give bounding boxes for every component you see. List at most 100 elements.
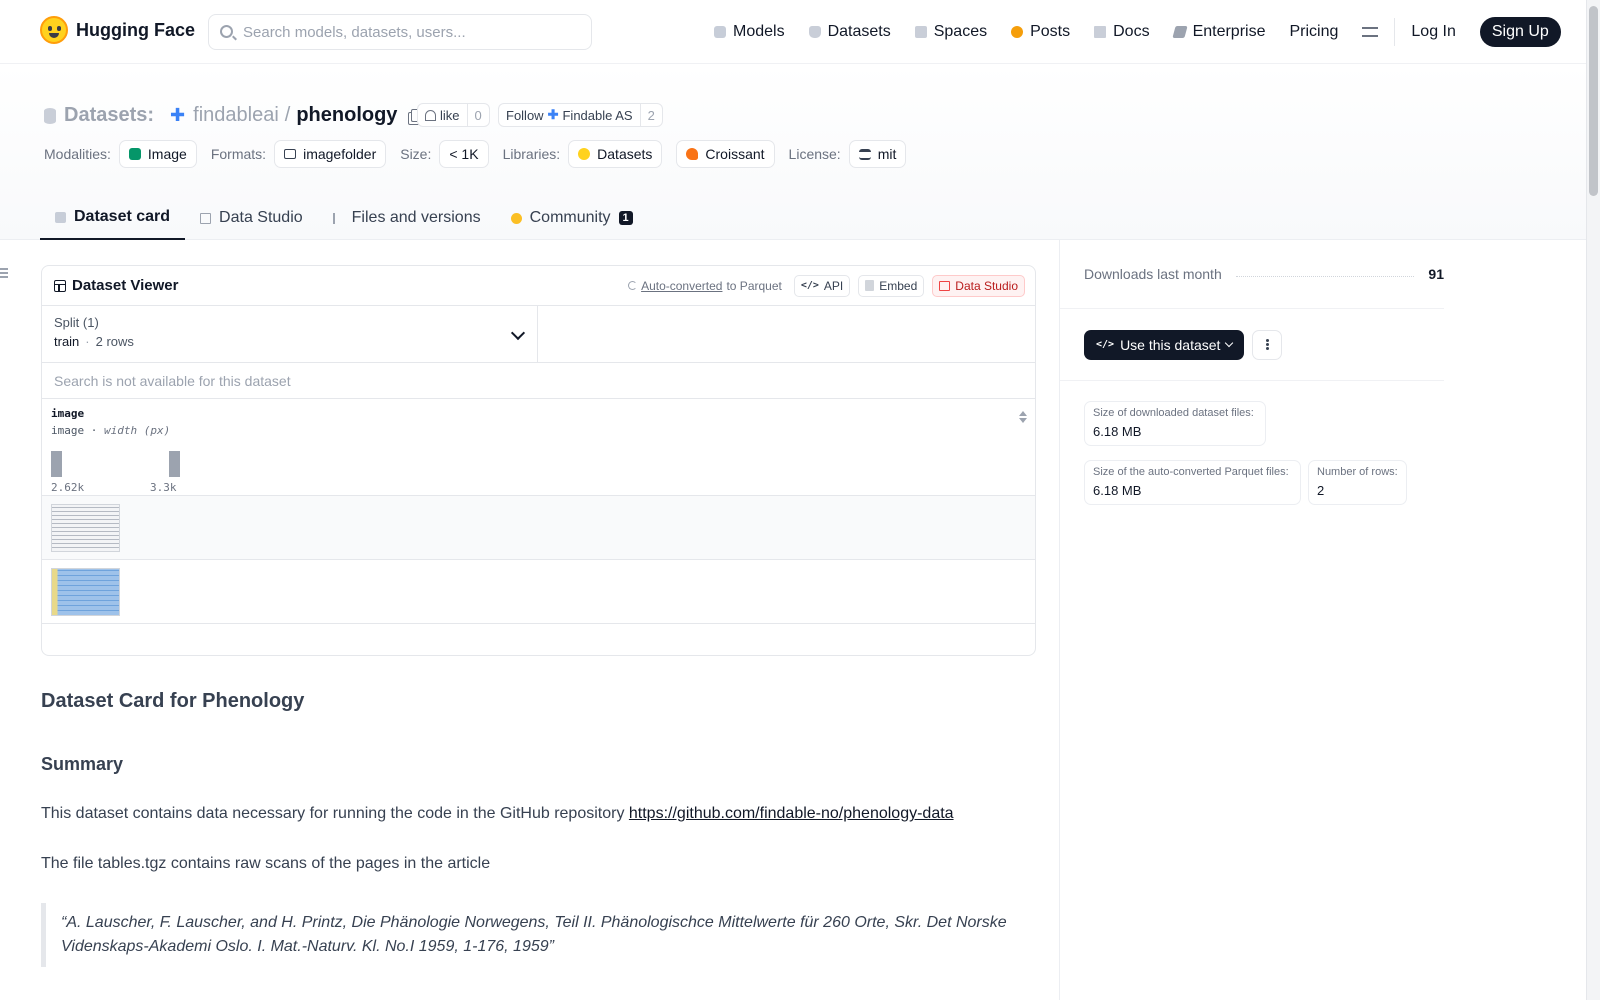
tab-data-studio[interactable]: Data Studio — [185, 196, 318, 240]
repo-title: Datasets: ✚ findableai / phenology — [44, 104, 425, 127]
stat-row-count: Number of rows: 2 — [1308, 460, 1407, 505]
tag-modality[interactable]: Image — [118, 140, 197, 168]
stat-row-count-label: Number of rows: — [1317, 466, 1398, 478]
dataset-stats: Size of downloaded dataset files: 6.18 M… — [1060, 381, 1444, 525]
auto-converted-link[interactable]: Auto-converted — [641, 279, 722, 293]
like-button[interactable]: like 0 — [417, 103, 490, 127]
nav-enterprise-label: Enterprise — [1192, 23, 1266, 40]
size-label: Size: — [400, 146, 432, 162]
repo-name[interactable]: phenology — [296, 104, 397, 127]
nav-spaces[interactable]: Spaces — [903, 23, 999, 41]
split-value: train · 2 rows — [54, 334, 525, 349]
nav-posts[interactable]: Posts — [999, 23, 1082, 41]
split-selector[interactable]: Split (1) train · 2 rows — [42, 306, 538, 362]
api-button[interactable]: </> API — [793, 274, 851, 297]
column-histogram — [51, 451, 183, 477]
summary-text: This dataset contains data necessary for… — [41, 805, 625, 822]
stat-parquet-size-value: 6.18 MB — [1093, 483, 1142, 498]
auto-converted-note: Auto-converted to Parquet — [628, 279, 782, 293]
dataset-card-body: Dataset Card for Phenology Summary This … — [41, 690, 1031, 967]
org-link[interactable]: findableai — [193, 104, 279, 127]
code-icon: </> — [800, 280, 819, 291]
downloads-label: Downloads last month — [1084, 266, 1222, 282]
nav-models[interactable]: Models — [702, 23, 797, 41]
heart-icon — [425, 109, 436, 121]
data-studio-button[interactable]: Data Studio — [932, 274, 1025, 297]
tag-library-datasets[interactable]: Datasets — [568, 140, 663, 168]
stat-download-size-label: Size of downloaded dataset files: — [1093, 407, 1254, 419]
image-thumbnail[interactable] — [51, 568, 120, 616]
folder-icon — [284, 149, 297, 159]
tag-license-label: mit — [877, 146, 897, 162]
nav-pricing[interactable]: Pricing — [1277, 23, 1350, 41]
summary-heading: Summary — [41, 754, 124, 774]
tag-library-croissant-label: Croissant — [705, 146, 765, 162]
nav-enterprise[interactable]: Enterprise — [1162, 23, 1278, 41]
right-sidebar: Downloads last month 91 </> Use this dat… — [1060, 240, 1444, 525]
nav-more-menu[interactable] — [1350, 27, 1390, 37]
stat-row-count-value: 2 — [1317, 483, 1325, 498]
use-this-dataset-button[interactable]: </> Use this dataset — [1084, 329, 1245, 360]
table-row[interactable] — [42, 560, 1035, 624]
histogram-max-label: 3.3k — [150, 481, 177, 494]
like-count: 0 — [466, 104, 489, 126]
nav-spaces-label: Spaces — [933, 23, 988, 40]
login-link[interactable]: Log In — [1399, 23, 1467, 41]
brand-logo[interactable]: Hugging Face — [40, 16, 195, 44]
enterprise-icon — [1171, 26, 1188, 38]
image-thumbnail[interactable] — [51, 504, 120, 552]
book-icon — [1094, 26, 1107, 38]
table-icon — [54, 279, 66, 292]
database-icon — [44, 107, 56, 124]
path-separator: / — [284, 104, 291, 126]
nav-docs[interactable]: Docs — [1082, 23, 1161, 41]
tag-library-croissant[interactable]: Croissant — [676, 140, 775, 168]
embed-icon — [865, 280, 875, 291]
card-title: Dataset Card for Phenology — [41, 690, 305, 712]
histogram-bar[interactable] — [51, 451, 62, 477]
api-label: API — [823, 278, 844, 293]
table-row[interactable] — [42, 496, 1035, 560]
hugging-face-icon — [40, 16, 68, 44]
signup-button[interactable]: Sign Up — [1479, 17, 1561, 47]
viewer-title: Dataset Viewer — [54, 277, 178, 294]
community-icon — [510, 212, 522, 224]
embed-button[interactable]: Embed — [858, 274, 925, 297]
bank-icon — [858, 148, 871, 160]
downloads-value: 91 — [1428, 266, 1444, 282]
sync-icon — [628, 281, 638, 290]
sort-icon[interactable] — [1019, 411, 1027, 423]
cube-icon — [714, 26, 726, 38]
nav-datasets-label: Datasets — [827, 23, 891, 40]
page-scrollbar[interactable] — [1586, 0, 1600, 1000]
github-link[interactable]: https://github.com/findable-no/phenology… — [629, 805, 954, 822]
tag-size[interactable]: < 1K — [439, 140, 489, 168]
histogram-bar[interactable] — [169, 451, 180, 477]
tag-format-label: imagefolder — [303, 146, 377, 162]
scrollbar-thumb[interactable] — [1589, 6, 1598, 196]
stat-parquet-size: Size of the auto-converted Parquet files… — [1084, 460, 1301, 505]
database-icon — [808, 26, 821, 38]
section-link[interactable]: Datasets: — [64, 104, 154, 127]
tag-license[interactable]: mit — [848, 140, 907, 168]
tab-files[interactable]: Files and versions — [318, 196, 496, 240]
stat-download-size-value: 6.18 MB — [1093, 424, 1142, 439]
column-type-label: image — [51, 424, 85, 437]
grid-icon — [914, 26, 927, 38]
tab-dataset-card[interactable]: Dataset card — [40, 196, 186, 240]
nav-datasets[interactable]: Datasets — [797, 23, 903, 41]
follow-button[interactable]: Follow ✚ Findable AS 2 — [498, 103, 663, 127]
sidebar-toggle-icon[interactable] — [0, 268, 8, 278]
citation-quote: “A. Lauscher, F. Lauscher, and H. Printz… — [41, 903, 1031, 967]
login-label: Log In — [1411, 23, 1456, 40]
table-icon — [939, 280, 951, 291]
tab-community[interactable]: Community 1 — [496, 196, 648, 240]
column-name: image — [51, 407, 85, 420]
follow-org: Findable AS — [562, 107, 633, 123]
search-input[interactable] — [243, 23, 573, 41]
tag-format[interactable]: imagefolder — [274, 140, 387, 168]
files-icon — [332, 212, 344, 224]
follow-label: Follow — [506, 107, 544, 123]
viewer-search-input[interactable] — [54, 372, 1023, 389]
more-options-button[interactable] — [1252, 329, 1283, 360]
